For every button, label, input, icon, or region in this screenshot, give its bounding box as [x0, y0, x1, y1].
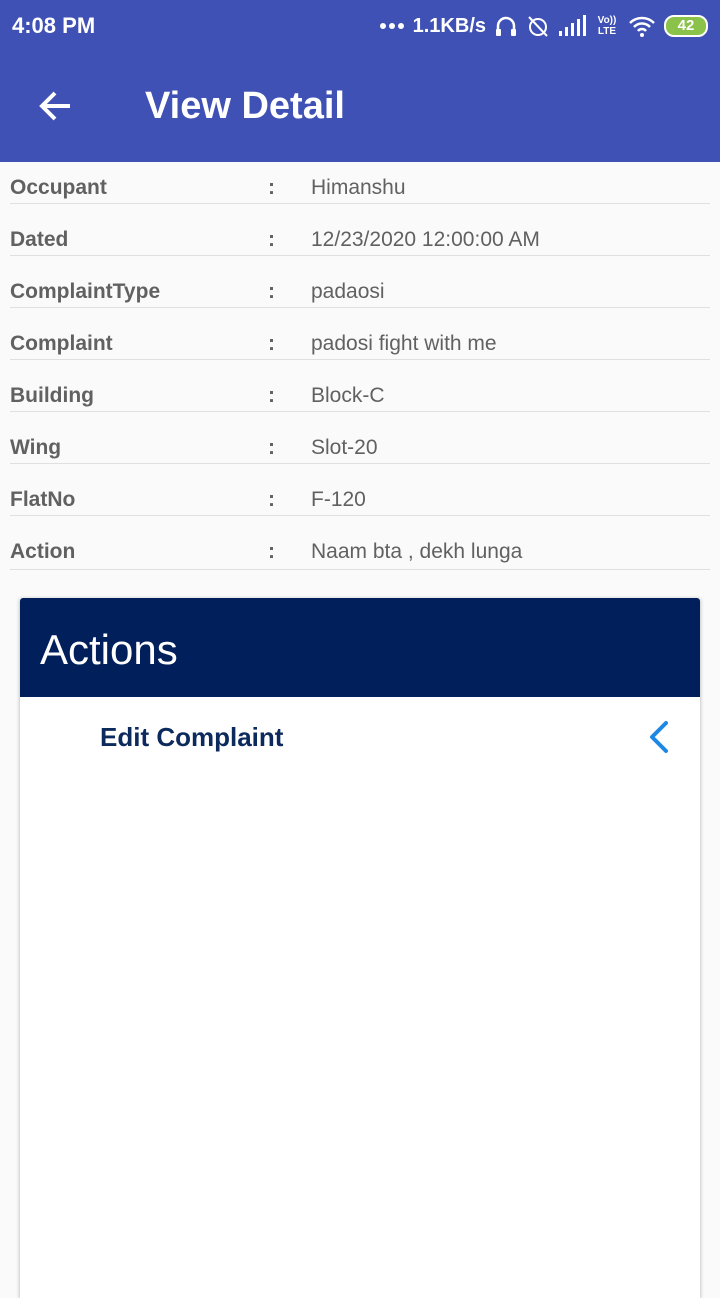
detail-list: Occupant : Himanshu Dated : 12/23/2020 1…: [0, 162, 720, 578]
detail-row-complaint-type: ComplaintType : padaosi: [0, 266, 720, 318]
detail-row-dated: Dated : 12/23/2020 12:00:00 AM: [0, 214, 720, 266]
detail-value: padosi fight with me: [311, 332, 497, 355]
detail-value: Naam bta , dekh lunga: [311, 540, 523, 563]
divider: [10, 463, 710, 464]
detail-row-action: Action : Naam bta , dekh lunga: [0, 526, 720, 578]
detail-value: padaosi: [311, 280, 385, 303]
detail-separator: :: [268, 228, 275, 251]
volte-icon: Vo)) LTE: [597, 15, 617, 37]
battery-icon: 42: [664, 15, 708, 37]
status-bar: 4:08 PM 1.1KB/s Vo)) LTE 42: [0, 0, 720, 52]
detail-row-complaint: Complaint : padosi fight with me: [0, 318, 720, 370]
divider: [10, 515, 710, 516]
divider: [10, 307, 710, 308]
status-time: 4:08 PM: [12, 13, 96, 38]
wifi-icon: [628, 15, 656, 37]
detail-row-occupant: Occupant : Himanshu: [0, 162, 720, 214]
page-title: View Detail: [145, 85, 345, 127]
detail-label: Building: [10, 384, 94, 407]
detail-value: Slot-20: [311, 436, 378, 459]
chevron-left-icon: [650, 721, 668, 753]
app-bar: View Detail: [0, 52, 720, 162]
back-button[interactable]: [28, 78, 84, 134]
detail-label: Occupant: [10, 176, 107, 199]
status-icons: 1.1KB/s Vo)) LTE 42: [379, 12, 708, 40]
detail-label: FlatNo: [10, 488, 76, 511]
detail-row-flat-no: FlatNo : F-120: [0, 474, 720, 526]
detail-separator: :: [268, 384, 275, 407]
detail-label: Dated: [10, 228, 69, 251]
divider: [10, 569, 710, 570]
detail-value: 12/23/2020 12:00:00 AM: [311, 228, 540, 251]
signal-icon: [558, 15, 586, 37]
headphones-icon: [494, 14, 518, 38]
detail-row-wing: Wing : Slot-20: [0, 422, 720, 474]
detail-separator: :: [268, 540, 275, 563]
detail-value: Block-C: [311, 384, 385, 407]
detail-separator: :: [268, 176, 275, 199]
detail-separator: :: [268, 436, 275, 459]
detail-label: ComplaintType: [10, 280, 161, 303]
arrow-back-icon: [39, 91, 70, 121]
detail-row-building: Building : Block-C: [0, 370, 720, 422]
more-dots-icon: [379, 22, 405, 30]
actions-card: Actions Edit Complaint: [20, 598, 700, 1298]
divider: [10, 411, 710, 412]
detail-value: F-120: [311, 488, 366, 511]
actions-card-title: Actions: [40, 626, 178, 673]
detail-separator: :: [268, 280, 275, 303]
detail-value: Himanshu: [311, 176, 406, 199]
edit-complaint-item[interactable]: Edit Complaint: [20, 697, 700, 777]
divider: [10, 359, 710, 360]
detail-label: Complaint: [10, 332, 113, 355]
actions-card-header: Actions: [20, 598, 700, 697]
detail-separator: :: [268, 488, 275, 511]
detail-label: Wing: [10, 436, 62, 459]
network-speed: 1.1KB/s: [412, 14, 486, 37]
divider: [10, 203, 710, 204]
alarm-off-icon: [526, 14, 550, 38]
detail-separator: :: [268, 332, 275, 355]
edit-complaint-label: Edit Complaint: [100, 722, 284, 752]
divider: [10, 255, 710, 256]
detail-label: Action: [10, 540, 76, 563]
